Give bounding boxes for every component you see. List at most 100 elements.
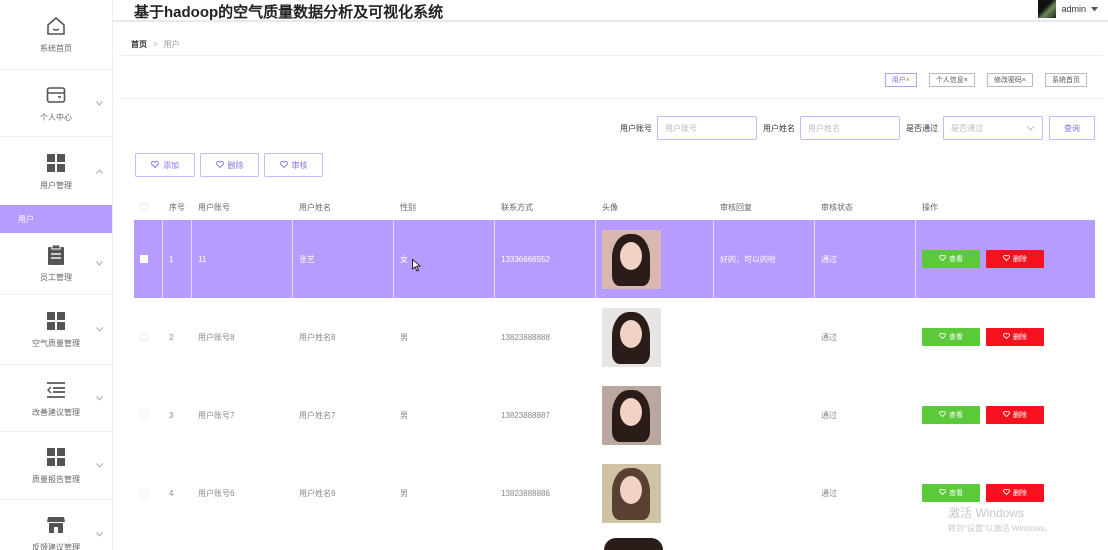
- cell-status: 通过: [815, 220, 916, 298]
- cell-phone: 13823888886: [501, 488, 550, 498]
- row-checkbox-cell: [134, 220, 163, 298]
- row-checkbox[interactable]: [140, 255, 148, 263]
- delete-button[interactable]: 删除: [200, 153, 259, 177]
- table-row[interactable]: 3 用户账号7 用户姓名7 男 13823888887 通过 查看 删除: [134, 376, 1095, 454]
- row-delete-button[interactable]: 删除: [986, 484, 1044, 502]
- column-header: 联系方式: [501, 202, 533, 212]
- account-search-input[interactable]: 用户账号: [657, 116, 757, 140]
- divider: [118, 98, 1103, 99]
- add-button[interactable]: 添加: [135, 153, 195, 177]
- tag-home[interactable]: 系统首页: [1045, 73, 1087, 87]
- query-button[interactable]: 查询: [1049, 116, 1095, 140]
- cell-avatar: [596, 220, 714, 298]
- photo-face: [620, 241, 642, 270]
- pass-select[interactable]: 是否通过: [943, 116, 1043, 140]
- sidebar-item-label: 系统首页: [40, 44, 72, 53]
- user-photo[interactable]: [602, 385, 661, 445]
- header-checkbox-cell: [134, 194, 163, 220]
- cell-name: 用户姓名8: [299, 332, 336, 342]
- user-menu[interactable]: admin: [1038, 0, 1098, 18]
- view-button[interactable]: 查看: [922, 328, 980, 346]
- action-buttons: 添加 删除 审核: [135, 153, 323, 177]
- cell-reply: 好的，可以的哈: [714, 220, 815, 298]
- cell-no: 2: [169, 332, 174, 342]
- column-header: 头像: [602, 202, 618, 212]
- table-row[interactable]: 2 用户账号8 用户姓名8 男 13823888888 通过 查看 删除: [134, 298, 1095, 376]
- tag-change-password[interactable]: 修改密码×: [986, 73, 1033, 87]
- sidebar-item-label: 改善建议管理: [32, 407, 80, 417]
- tag-users[interactable]: 用户×: [884, 73, 917, 87]
- row-delete-button[interactable]: 删除: [986, 328, 1044, 346]
- chevron-down-icon: [95, 530, 103, 538]
- heart-icon: [939, 488, 946, 497]
- column-header: 用户账号: [198, 202, 230, 212]
- cell-name: 用户姓名6: [299, 488, 336, 498]
- cell-ops: 查看 删除: [916, 298, 1095, 376]
- cell-account: 11: [192, 220, 293, 298]
- tab-tags: 用户× 个人信息× 修改密码× 系统首页: [884, 73, 1087, 87]
- sidebar-item-staff[interactable]: 员工管理: [0, 233, 112, 295]
- name-search-input[interactable]: 用户姓名: [800, 116, 900, 140]
- row-checkbox[interactable]: [140, 333, 148, 341]
- chevron-down-icon: [95, 394, 103, 402]
- row-delete-button[interactable]: 删除: [986, 250, 1044, 268]
- review-button[interactable]: 审核: [264, 153, 323, 177]
- photo-face: [620, 475, 642, 504]
- grid-icon: [45, 446, 67, 468]
- cell-gender: 男: [400, 410, 408, 420]
- sidebar-item-user-mgmt[interactable]: 用户管理: [0, 137, 112, 205]
- sidebar-item-label: 空气质量管理: [32, 339, 80, 348]
- photo-face: [620, 319, 642, 348]
- user-photo[interactable]: [602, 229, 661, 289]
- user-photo[interactable]: [602, 307, 661, 367]
- breadcrumb-current: 用户: [163, 40, 180, 49]
- row-delete-button-label: 删除: [1013, 256, 1027, 263]
- sidebar-item-label: 质量报告管理: [32, 475, 80, 484]
- row-delete-button[interactable]: 删除: [986, 406, 1044, 424]
- cell-phone: 13823888887: [501, 410, 550, 420]
- add-button-label: 添加: [163, 160, 179, 170]
- view-button[interactable]: 查看: [922, 484, 980, 502]
- heart-icon: [939, 254, 946, 263]
- cell-status: 通过: [821, 410, 837, 420]
- sidebar-subitem-users[interactable]: 用户: [0, 205, 112, 233]
- cell-gender: 男: [400, 332, 408, 342]
- row-checkbox-cell: [134, 298, 163, 376]
- sidebar-item-label: 反馈建议管理: [32, 543, 80, 550]
- row-checkbox[interactable]: [140, 489, 148, 497]
- row-delete-button-label: 删除: [1013, 490, 1027, 497]
- caret-down-icon: [1091, 5, 1098, 14]
- row-checkbox[interactable]: [140, 411, 148, 419]
- cell-status: 通过: [821, 488, 837, 498]
- chevron-up-icon: [95, 167, 103, 175]
- view-button[interactable]: 查看: [922, 406, 980, 424]
- sidebar-item-improve[interactable]: 改善建议管理: [0, 365, 112, 432]
- cell-name: 用户姓名7: [299, 410, 336, 420]
- cell-no: 3: [169, 410, 174, 420]
- chevron-down-icon: [95, 260, 103, 268]
- sidebar-item-personal[interactable]: 个人中心: [0, 70, 112, 137]
- home-icon: [45, 15, 67, 37]
- cell-avatar: [596, 298, 714, 376]
- cell-phone: 13336666552: [495, 220, 596, 298]
- user-photo[interactable]: [602, 463, 661, 523]
- view-button-label: 查看: [949, 412, 963, 419]
- sidebar-item-feedback[interactable]: 反馈建议管理: [0, 500, 112, 550]
- cell-reply: [714, 454, 815, 532]
- cell-account: 用户账号8: [198, 332, 235, 342]
- column-header: 性别: [400, 202, 416, 212]
- heart-icon: [1003, 254, 1010, 263]
- avatar: [1038, 0, 1057, 18]
- pass-label: 是否通过: [906, 123, 938, 133]
- column-header: 审核状态: [821, 202, 853, 212]
- breadcrumb-home[interactable]: 首页: [131, 40, 147, 49]
- view-button[interactable]: 查看: [922, 250, 980, 268]
- table-row[interactable]: 1 11 张艺 女 13336666552 好的，可以的哈 通过 查看 删除: [134, 220, 1095, 298]
- sidebar-item-home[interactable]: 系统首页: [0, 0, 112, 70]
- sidebar-item-air-quality[interactable]: 空气质量管理: [0, 295, 112, 365]
- heart-icon: [151, 160, 159, 170]
- cell-no: 4: [169, 488, 174, 498]
- select-all-checkbox[interactable]: [140, 203, 148, 211]
- tag-profile[interactable]: 个人信息×: [928, 73, 975, 87]
- sidebar-item-report[interactable]: 质量报告管理: [0, 432, 112, 500]
